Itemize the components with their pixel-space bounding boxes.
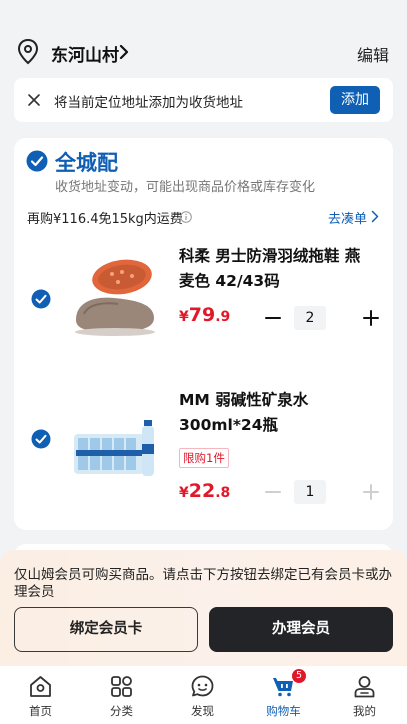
- tab-label: 发现: [191, 704, 214, 718]
- tab-home[interactable]: 首页: [0, 666, 81, 724]
- chevron-right-icon[interactable]: [371, 210, 379, 223]
- increase-button[interactable]: [361, 482, 381, 502]
- notice-message: 将当前定位地址添加为收货地址: [54, 95, 243, 111]
- tab-label: 分类: [110, 704, 133, 718]
- cart-count-badge: 5: [292, 669, 306, 683]
- decrease-button[interactable]: [263, 308, 283, 328]
- tab-category[interactable]: 分类: [81, 666, 162, 724]
- quantity-stepper: 2: [263, 306, 381, 330]
- price-decimal: .9: [215, 309, 231, 325]
- close-icon[interactable]: [26, 92, 42, 108]
- bottom-tab-bar: 首页 分类 发现 5 购物车 我的: [0, 666, 407, 724]
- store-card: 全城配 收货地址变动，可能出现商品价格或库存变化 再购¥116.4免15kg内运…: [14, 138, 393, 530]
- slipper-product-image[interactable]: [70, 252, 162, 344]
- item-price: ¥22.8: [179, 480, 230, 502]
- price-integer: 22: [188, 480, 216, 502]
- decrease-button[interactable]: [263, 482, 283, 502]
- increase-button[interactable]: [361, 308, 381, 328]
- tab-discover[interactable]: 发现: [162, 666, 243, 724]
- tab-profile[interactable]: 我的: [324, 666, 405, 724]
- discover-icon: [191, 675, 214, 697]
- location-name[interactable]: 东河山村: [51, 41, 119, 66]
- cart-item: 科柔 男士防滑羽绒拖鞋 燕麦色 42/43码 ¥79.9 2: [14, 234, 393, 364]
- purchase-limit-tag: 限购1件: [179, 448, 229, 468]
- item-price: ¥79.9: [179, 304, 230, 326]
- profile-icon: [354, 676, 375, 698]
- price-symbol: ¥: [179, 485, 189, 501]
- join-membership-button[interactable]: 办理会员: [209, 607, 393, 652]
- quantity-value[interactable]: 2: [294, 306, 326, 330]
- membership-message: 仅山姆会员可购买商品。请点击下方按钮去绑定已有会员卡或办理会员: [14, 567, 392, 600]
- water-product-image[interactable]: [70, 392, 162, 484]
- add-address-notice: 将当前定位地址添加为收货地址 添加: [14, 78, 393, 122]
- membership-banner: 仅山姆会员可购买商品。请点击下方按钮去绑定已有会员卡或办理会员 绑定会员卡 办理…: [0, 550, 407, 666]
- chevron-right-icon[interactable]: [118, 44, 130, 60]
- price-symbol: ¥: [179, 309, 189, 325]
- cart-item: MM 弱碱性矿泉水 300ml*24瓶 限购1件 ¥22.8 1: [14, 374, 393, 504]
- shipping-text: 再购¥116.4免15kg内运费: [27, 212, 183, 227]
- store-title: 全城配: [55, 151, 118, 175]
- bind-card-button[interactable]: 绑定会员卡: [14, 607, 198, 652]
- shipping-row: 再购¥116.4免15kg内运费 去凑单: [14, 206, 393, 228]
- item-checkbox[interactable]: [31, 289, 51, 309]
- tab-label: 购物车: [266, 704, 301, 718]
- home-icon: [30, 676, 51, 697]
- tab-label: 我的: [353, 704, 376, 718]
- go-add-more-link[interactable]: 去凑单: [328, 208, 367, 227]
- category-icon: [111, 676, 132, 697]
- select-all-checkbox[interactable]: [26, 150, 48, 172]
- item-name[interactable]: MM 弱碱性矿泉水 300ml*24瓶: [179, 388, 374, 438]
- quantity-stepper: 1: [263, 480, 381, 504]
- item-name[interactable]: 科柔 男士防滑羽绒拖鞋 燕麦色 42/43码: [179, 244, 374, 294]
- edit-button[interactable]: 编辑: [357, 42, 389, 66]
- header: 东河山村 编辑: [0, 0, 407, 76]
- price-integer: 79: [188, 304, 216, 326]
- item-checkbox[interactable]: [31, 429, 51, 449]
- info-icon[interactable]: [180, 211, 192, 223]
- price-decimal: .8: [215, 485, 231, 501]
- quantity-value[interactable]: 1: [294, 480, 326, 504]
- tab-label: 首页: [29, 704, 52, 718]
- location-pin-icon[interactable]: [16, 38, 40, 66]
- store-subtitle: 收货地址变动，可能出现商品价格或库存变化: [55, 180, 316, 195]
- tab-cart[interactable]: 5 购物车: [243, 666, 324, 724]
- add-address-button[interactable]: 添加: [330, 86, 380, 114]
